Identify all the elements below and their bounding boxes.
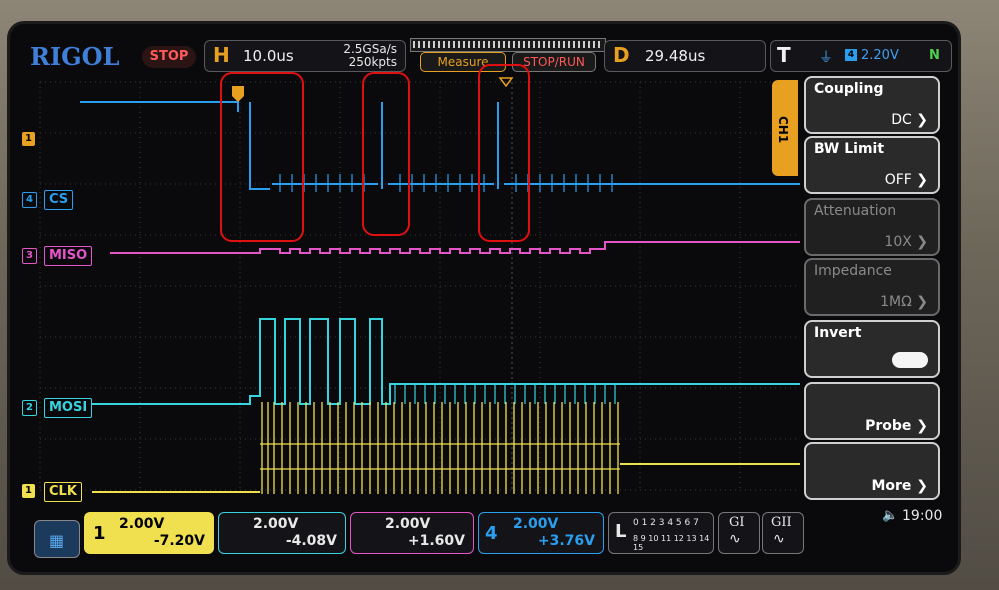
mosi-channel-number: 2: [22, 400, 37, 416]
generator2-label: GII: [771, 515, 792, 530]
ch2-scale: 2.00V: [253, 516, 299, 532]
menu-coupling[interactable]: Coupling DC ❯: [804, 76, 940, 134]
clk-channel-number: 1: [22, 484, 35, 498]
logic-analyzer-box[interactable]: L 0 1 2 3 4 5 6 7 8 9 10 11 12 13 14 15: [608, 512, 714, 554]
generator1-label: GI: [729, 515, 745, 530]
menu-grid-icon: ▦: [49, 531, 65, 550]
menu-probe[interactable]: Probe ❯: [804, 382, 940, 440]
menu-impedance-label: Impedance: [814, 263, 892, 279]
oscilloscope-screen: RIGOL STOP H 10.0us 2.5GSa/s 250kpts Mea…: [10, 24, 958, 572]
cs-channel-label: CS: [44, 190, 74, 210]
ch2-offset: -4.08V: [285, 533, 337, 549]
menu-coupling-value: DC ❯: [891, 112, 928, 128]
cs-channel-number: 4: [22, 192, 37, 208]
ch1-settings-box[interactable]: 1 2.00V -7.20V: [84, 512, 214, 554]
clk-channel-label: CLK: [44, 482, 82, 502]
ch1-number: 1: [93, 523, 106, 544]
ch4-scale: 2.00V: [513, 516, 559, 532]
menu-attenuation-label: Attenuation: [814, 203, 897, 219]
la-bits-row1: 0 1 2 3 4 5 6 7: [633, 518, 699, 528]
menu-probe-label: Probe ❯: [865, 418, 928, 434]
miso-trace: [110, 241, 800, 254]
menu-attenuation[interactable]: Attenuation 10X ❯: [804, 198, 940, 256]
ch1-scale: 2.00V: [119, 516, 165, 532]
la-letter: L: [615, 521, 627, 542]
menu-more-label: More ❯: [871, 478, 928, 494]
annotation-box-2: [362, 72, 410, 236]
menu-attenuation-value: 10X ❯: [884, 234, 928, 250]
ch1-offset: -7.20V: [153, 533, 205, 549]
la-bits-row2: 8 9 10 11 12 13 14 15: [633, 534, 710, 552]
menu-more[interactable]: More ❯: [804, 442, 940, 500]
sine-wave-icon: ∿: [729, 531, 741, 547]
navigation-menu-button[interactable]: ▦: [34, 520, 80, 558]
miso-channel-label: MISO: [44, 246, 93, 266]
annotation-box-3: [478, 64, 530, 242]
ch2-settings-box[interactable]: 2.00V -4.08V: [218, 512, 346, 554]
mosi-burst: [394, 384, 616, 404]
menu-channel-tab[interactable]: CH1: [772, 80, 798, 176]
mosi-trace: [92, 318, 800, 405]
menu-coupling-label: Coupling: [814, 81, 884, 97]
cs-trace: [80, 101, 800, 190]
mosi-channel-label: MOSI: [44, 398, 93, 418]
ch4-offset: +3.76V: [537, 533, 595, 549]
clk-trace: [92, 463, 800, 493]
invert-toggle[interactable]: [892, 352, 928, 368]
sine-wave-icon: ∿: [773, 531, 785, 547]
ch1-trigger-level-tag[interactable]: 1: [22, 132, 35, 146]
ch4-settings-box[interactable]: 4 2.00V +3.76V: [478, 512, 604, 554]
speaker-icon[interactable]: 🔈: [882, 508, 898, 523]
ch4-number: 4: [485, 523, 498, 544]
ch3-settings-box[interactable]: 2.00V +1.60V: [350, 512, 474, 554]
annotation-box-1: [220, 72, 304, 242]
generator1-button[interactable]: GI ∿: [718, 512, 760, 554]
clock-display: 19:00: [902, 508, 943, 524]
menu-impedance[interactable]: Impedance 1MΩ ❯: [804, 258, 940, 316]
menu-bw-limit-value: OFF ❯: [884, 172, 928, 188]
menu-bw-limit-label: BW Limit: [814, 141, 885, 157]
ch3-scale: 2.00V: [385, 516, 431, 532]
ch3-offset: +1.60V: [407, 533, 465, 549]
miso-channel-number: 3: [22, 248, 37, 264]
menu-impedance-value: 1MΩ ❯: [880, 294, 928, 310]
menu-bw-limit[interactable]: BW Limit OFF ❯: [804, 136, 940, 194]
graticule: [39, 81, 800, 491]
generator2-button[interactable]: GII ∿: [762, 512, 804, 554]
menu-invert[interactable]: Invert: [804, 320, 940, 378]
menu-invert-label: Invert: [814, 325, 862, 341]
menu-channel-label: CH1: [776, 116, 790, 144]
